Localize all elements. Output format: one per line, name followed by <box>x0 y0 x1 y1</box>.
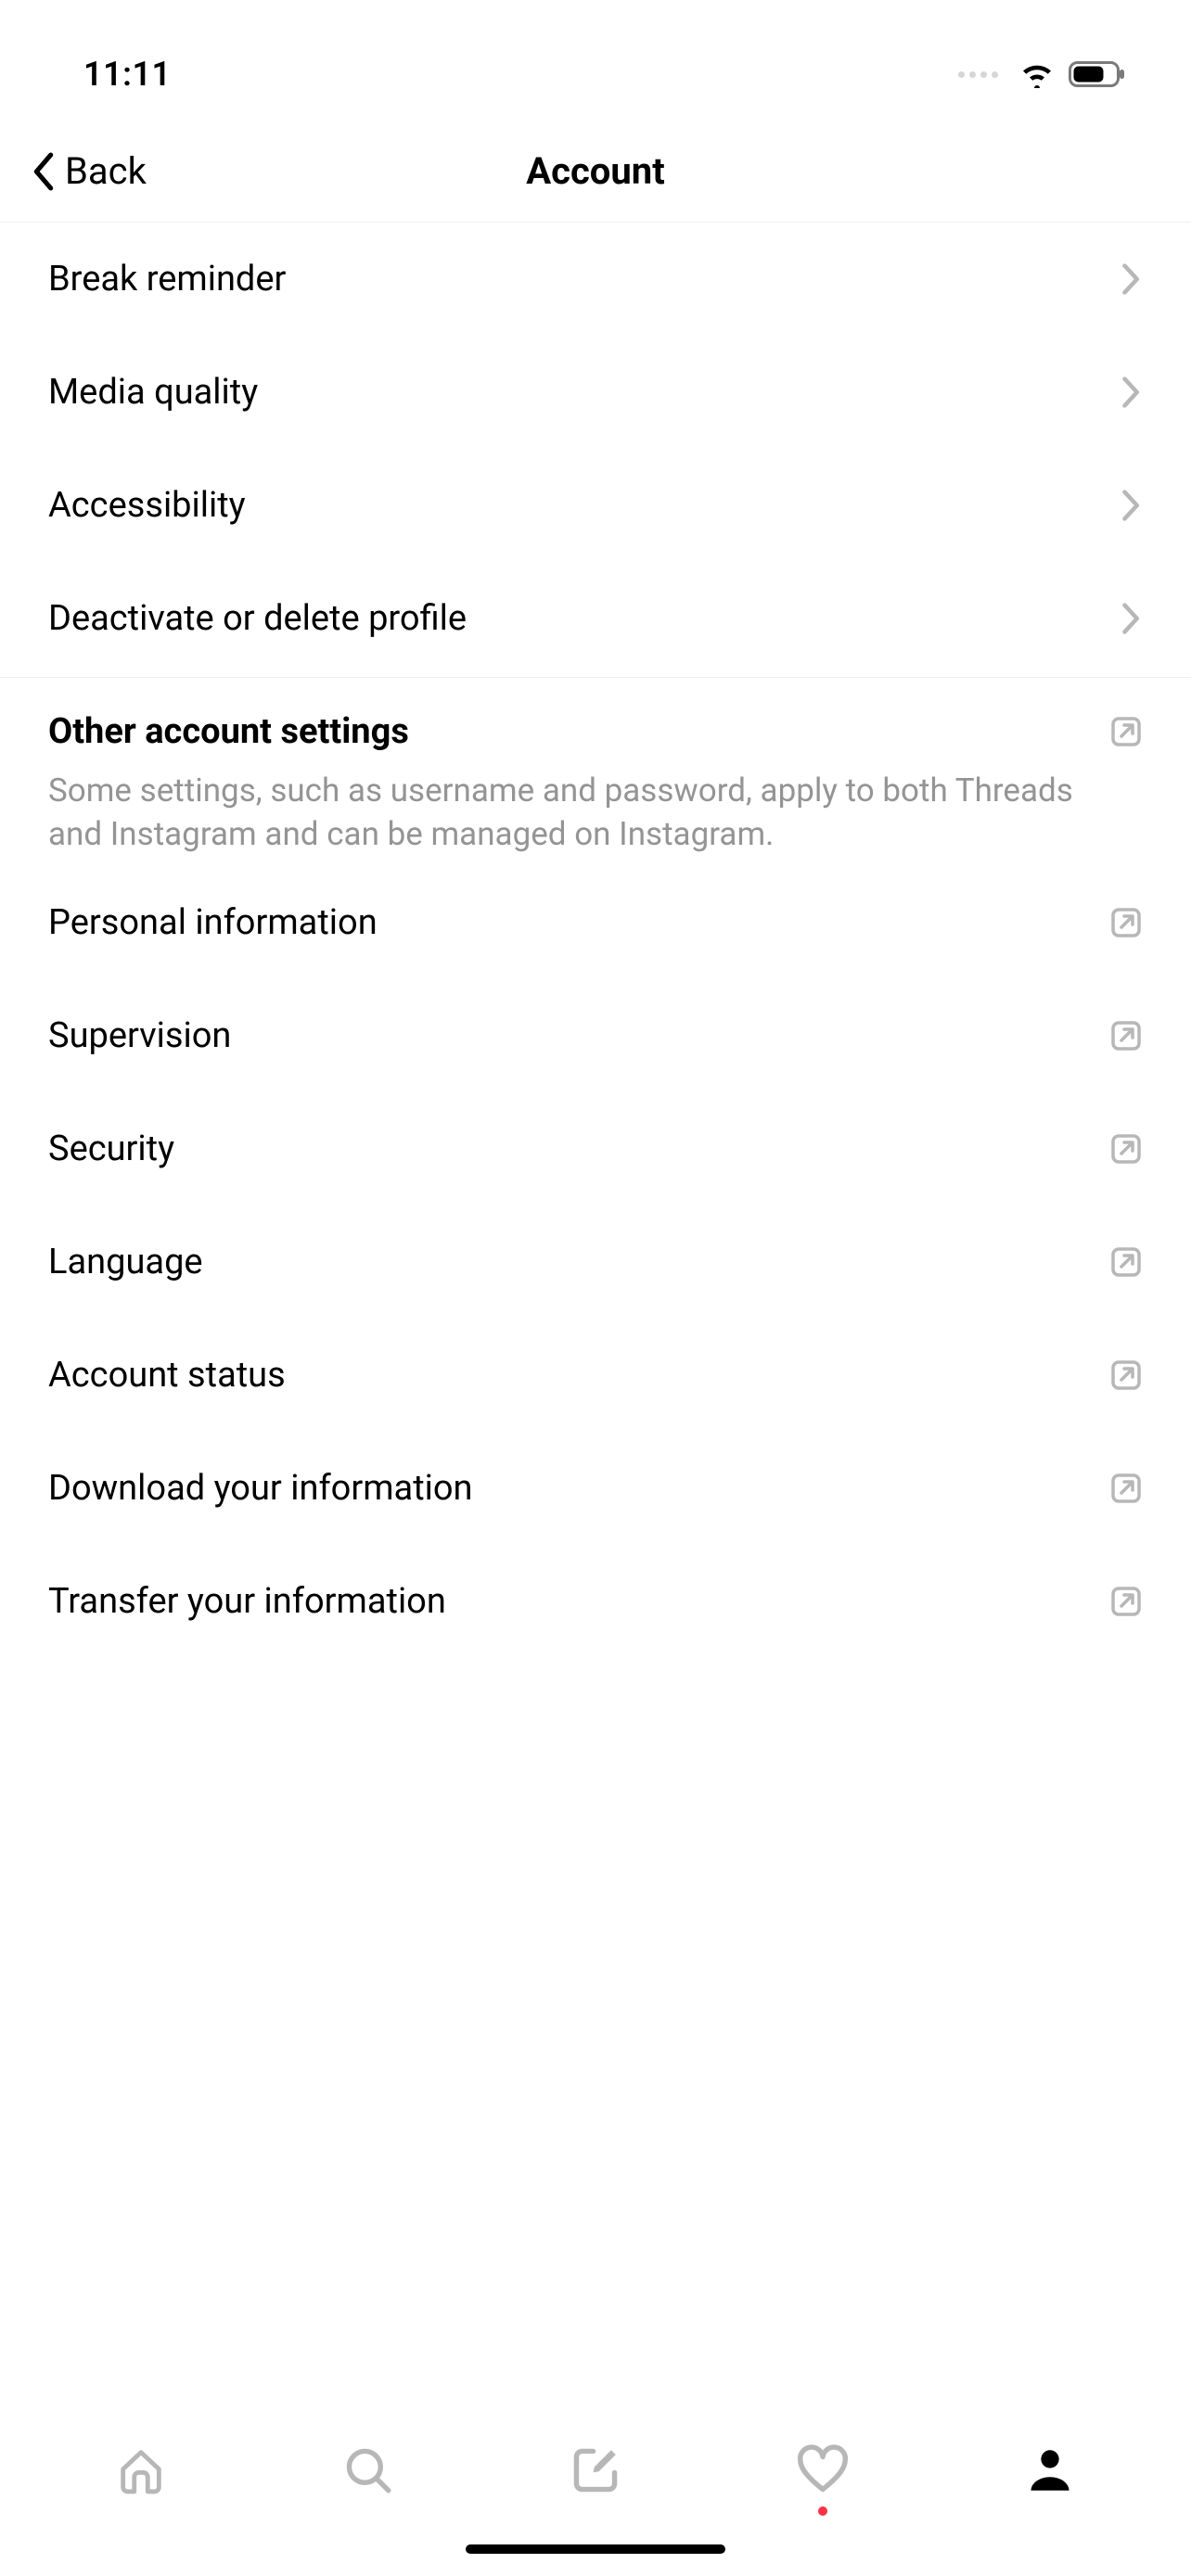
row-label: Security <box>48 1129 174 1169</box>
battery-icon <box>1069 60 1126 88</box>
row-media-quality[interactable]: Media quality <box>0 336 1191 449</box>
row-break-reminder[interactable]: Break reminder <box>0 223 1191 336</box>
row-label: Supervision <box>48 1015 231 1056</box>
row-label: Personal information <box>48 902 378 943</box>
tab-compose[interactable] <box>563 2438 628 2503</box>
row-label: Break reminder <box>48 259 286 300</box>
back-button[interactable]: Back <box>28 149 147 193</box>
chevron-right-icon <box>1117 487 1143 524</box>
tab-profile[interactable] <box>1018 2438 1082 2503</box>
external-link-icon <box>1109 1245 1143 1279</box>
row-label: Download your information <box>48 1468 473 1509</box>
row-download-information[interactable]: Download your information <box>0 1432 1191 1545</box>
section-description: Some settings, such as username and pass… <box>48 769 1143 857</box>
wifi-icon <box>1018 60 1056 88</box>
chevron-right-icon <box>1117 374 1143 411</box>
row-language[interactable]: Language <box>0 1205 1191 1319</box>
notification-dot <box>818 2506 827 2516</box>
row-account-status[interactable]: Account status <box>0 1319 1191 1432</box>
signal-dots-icon <box>958 71 998 78</box>
status-bar: 11:11 <box>0 0 1191 121</box>
external-link-icon <box>1109 1019 1143 1052</box>
compose-icon <box>569 2443 622 2497</box>
tab-home[interactable] <box>109 2438 173 2503</box>
profile-icon <box>1023 2443 1077 2497</box>
page-title: Account <box>526 149 665 193</box>
row-accessibility[interactable]: Accessibility <box>0 449 1191 562</box>
external-link-icon <box>1109 1132 1143 1166</box>
row-label: Account status <box>48 1355 286 1396</box>
heart-icon <box>796 2443 850 2497</box>
row-label: Media quality <box>48 372 258 413</box>
row-transfer-information[interactable]: Transfer your information <box>0 1545 1191 1658</box>
row-label: Accessibility <box>48 485 246 526</box>
row-label: Language <box>48 1242 203 1282</box>
row-label: Transfer your information <box>48 1581 446 1622</box>
chevron-left-icon <box>28 150 59 193</box>
section-other-settings-header: Other account settings Some settings, su… <box>0 678 1191 866</box>
home-icon <box>114 2443 168 2497</box>
external-link-icon <box>1109 1472 1143 1505</box>
section-title: Other account settings <box>48 711 409 752</box>
nav-header: Back Account <box>0 121 1191 223</box>
chevron-right-icon <box>1117 600 1143 637</box>
row-supervision[interactable]: Supervision <box>0 979 1191 1092</box>
back-label: Back <box>65 149 147 193</box>
content: Break reminder Media quality Accessibili… <box>0 223 1191 2404</box>
external-link-icon <box>1109 1585 1143 1618</box>
row-deactivate-delete[interactable]: Deactivate or delete profile <box>0 562 1191 675</box>
tab-search[interactable] <box>336 2438 401 2503</box>
status-indicators <box>958 60 1145 88</box>
chevron-right-icon <box>1117 261 1143 298</box>
external-link-icon <box>1109 1358 1143 1392</box>
row-label: Deactivate or delete profile <box>48 598 467 639</box>
row-security[interactable]: Security <box>0 1092 1191 1205</box>
home-indicator <box>466 2544 725 2554</box>
external-link-icon <box>1109 715 1143 748</box>
row-personal-information[interactable]: Personal information <box>0 866 1191 979</box>
external-link-icon <box>1109 906 1143 939</box>
search-icon <box>341 2443 395 2497</box>
status-time: 11:11 <box>83 55 172 94</box>
tab-activity[interactable] <box>790 2438 855 2503</box>
